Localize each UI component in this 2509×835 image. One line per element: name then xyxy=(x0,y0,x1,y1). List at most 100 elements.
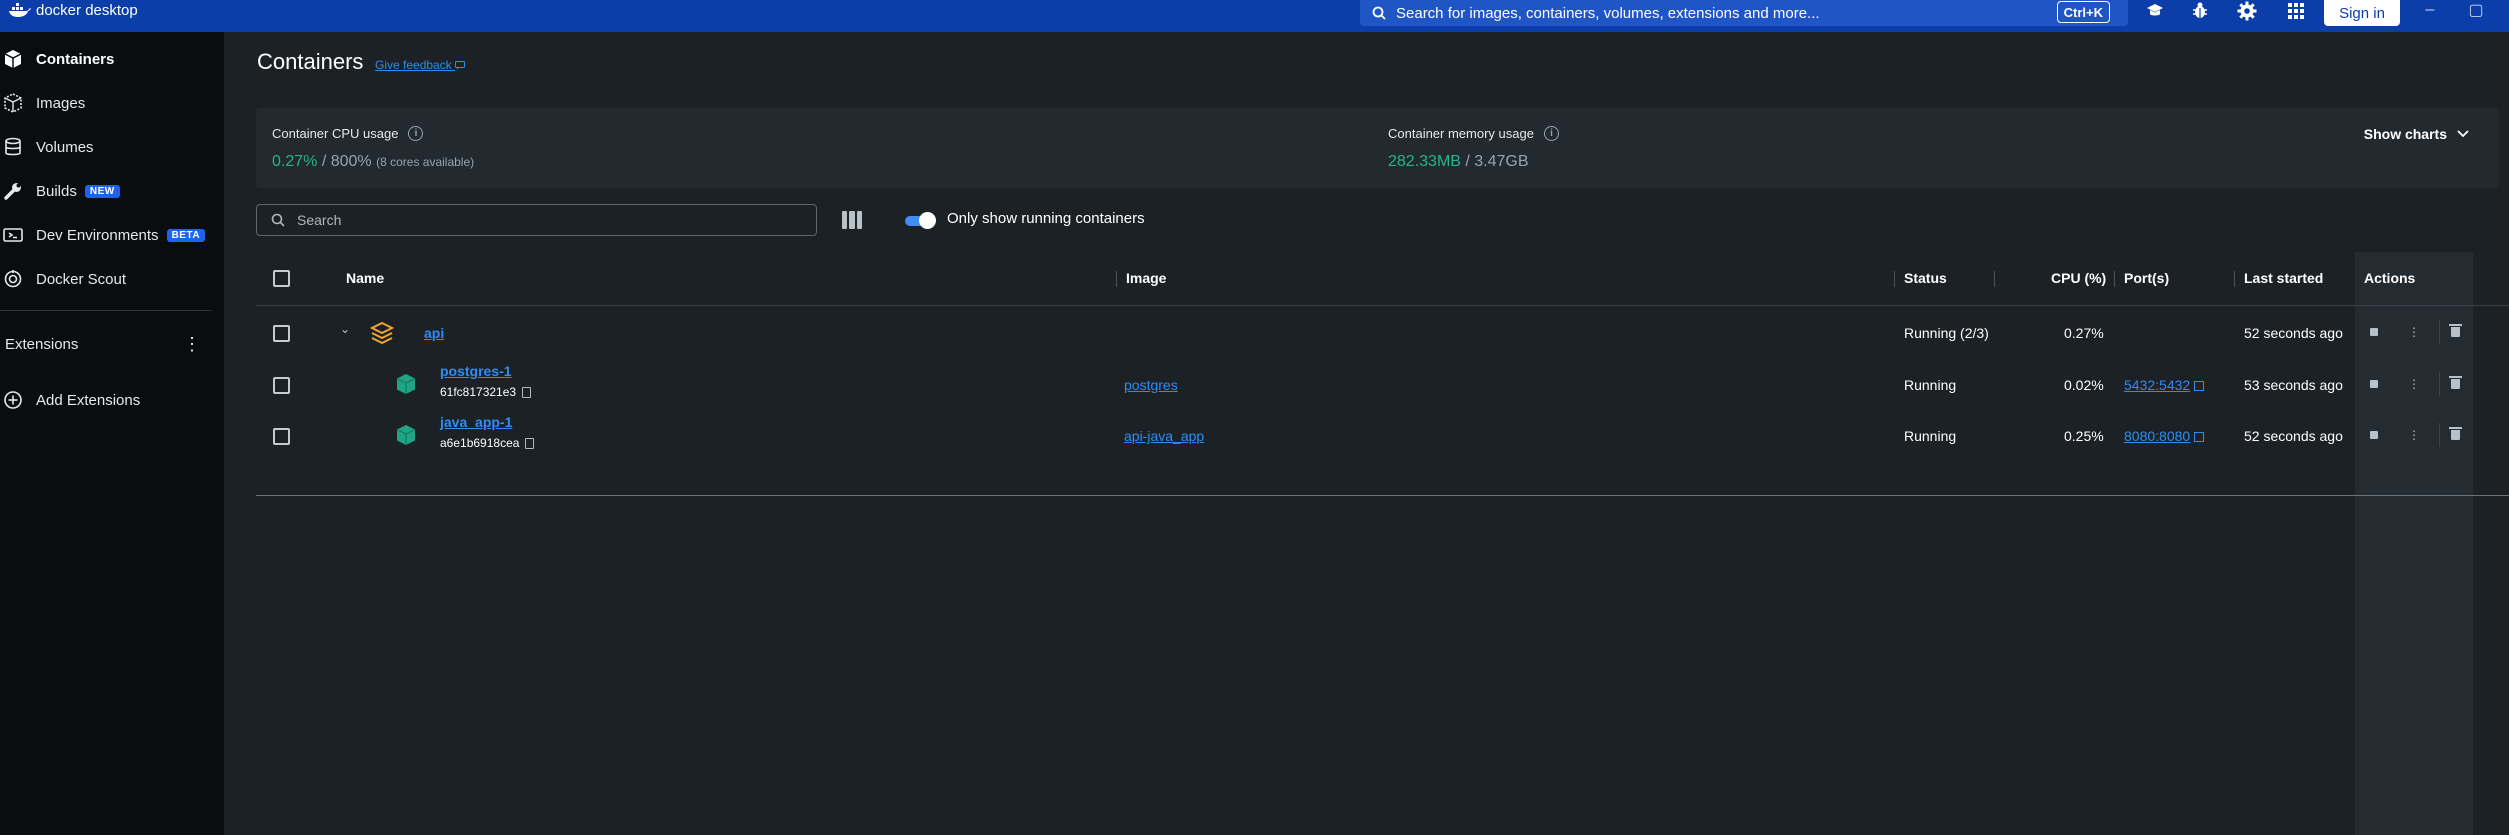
status-text: Running xyxy=(1904,428,1957,444)
cpu-cores-note: (8 cores available) xyxy=(376,155,475,169)
column-cpu[interactable]: CPU (%) xyxy=(2051,270,2106,286)
sidebar-item-label: Builds xyxy=(36,182,77,200)
cpu-value: 0.25% xyxy=(2064,428,2104,444)
column-name[interactable]: Name xyxy=(346,270,384,286)
container-id-row: a6e1b6918cea xyxy=(440,436,535,450)
sidebar-item-label: Volumes xyxy=(36,138,94,156)
apps-grid-icon[interactable] xyxy=(2283,0,2309,22)
column-last-started[interactable]: Last started xyxy=(2244,270,2323,286)
restore-button[interactable]: ▢ xyxy=(2464,0,2488,20)
column-actions: Actions xyxy=(2364,270,2416,286)
chevron-down-icon[interactable]: ⌄ xyxy=(340,322,350,336)
memory-usage-label: Container memory usage xyxy=(1388,126,1534,141)
scout-icon xyxy=(2,268,24,290)
sign-in-button[interactable]: Sign in xyxy=(2324,0,2400,26)
port-link[interactable]: 8080:8080 xyxy=(2124,428,2190,444)
sidebar-item-label-wrap: Builds NEW xyxy=(36,183,120,200)
sidebar-item-docker-scout[interactable]: Docker Scout xyxy=(0,261,224,297)
select-all-checkbox[interactable] xyxy=(273,270,290,287)
app-name: docker desktop xyxy=(36,1,138,19)
search-shortcut: Ctrl+K xyxy=(2056,1,2110,23)
sidebar-item-volumes[interactable]: Volumes xyxy=(0,129,224,165)
sidebar-item-dev-environments[interactable]: Dev Environments BETA xyxy=(0,217,224,253)
wrench-icon xyxy=(2,180,24,202)
add-extensions-button[interactable]: Add Extensions xyxy=(0,382,224,418)
dev-env-icon xyxy=(2,224,24,246)
delete-button[interactable] xyxy=(2448,324,2462,338)
sidebar-item-label: Dev Environments xyxy=(36,226,159,244)
trash-icon xyxy=(2448,427,2462,440)
more-options-icon[interactable]: ⋮ xyxy=(2408,325,2420,339)
sidebar-item-label: Containers xyxy=(36,50,115,68)
extensions-title: Extensions xyxy=(5,336,79,353)
resource-usage-panel: Container CPU usage i 0.27% / 800% (8 co… xyxy=(256,108,2499,188)
container-cube-icon xyxy=(394,423,418,452)
column-image[interactable]: Image xyxy=(1126,270,1166,286)
top-bar: docker desktop Search for images, contai… xyxy=(0,0,2509,32)
toggle-knob xyxy=(919,212,936,229)
column-status[interactable]: Status xyxy=(1904,270,1947,286)
learning-center-icon[interactable] xyxy=(2142,0,2168,22)
column-ports[interactable]: Port(s) xyxy=(2124,270,2169,286)
table-bottom-border xyxy=(256,495,2509,496)
port-link-wrap[interactable]: 8080:8080 xyxy=(2124,428,2205,444)
cpu-usage-value: 0.27% / 800% (8 cores available) xyxy=(272,153,474,171)
last-started: 52 seconds ago xyxy=(2244,428,2343,444)
sidebar-item-label: Images xyxy=(36,94,86,112)
minimize-button[interactable]: – xyxy=(2418,0,2442,20)
image-link[interactable]: api-java_app xyxy=(1124,428,1204,444)
extensions-menu-icon[interactable]: ⋮ xyxy=(183,332,201,356)
more-options-icon[interactable]: ⋮ xyxy=(2408,377,2420,391)
table-header: Name Image Status CPU (%) Port(s) Last s… xyxy=(256,252,2509,306)
docker-logo: docker desktop xyxy=(8,0,138,20)
container-icon xyxy=(2,48,24,70)
container-name-link[interactable]: postgres-1 xyxy=(440,363,512,379)
container-search-input[interactable]: Search xyxy=(256,204,817,236)
volumes-icon xyxy=(2,136,24,158)
show-charts-label: Show charts xyxy=(2363,126,2447,142)
sidebar-item-images[interactable]: Images xyxy=(0,85,224,121)
running-only-toggle[interactable] xyxy=(905,212,936,229)
stop-button[interactable] xyxy=(2368,378,2380,390)
delete-button[interactable] xyxy=(2448,376,2462,390)
add-circle-icon xyxy=(2,389,24,411)
external-link-icon xyxy=(2194,432,2205,442)
port-link[interactable]: 5432:5432 xyxy=(2124,377,2190,393)
external-link-icon xyxy=(2194,381,2205,391)
copy-icon[interactable] xyxy=(525,437,535,449)
more-options-icon[interactable]: ⋮ xyxy=(2408,428,2420,442)
copy-icon[interactable] xyxy=(522,386,532,398)
columns-icon[interactable] xyxy=(842,211,862,229)
port-link-wrap[interactable]: 5432:5432 xyxy=(2124,377,2205,393)
sidebar-item-builds[interactable]: Builds NEW xyxy=(0,173,224,209)
delete-button[interactable] xyxy=(2448,427,2462,441)
memory-usage-label-row: Container memory usage i xyxy=(1388,126,1559,141)
stop-icon xyxy=(2370,431,2378,439)
row-checkbox[interactable] xyxy=(273,428,290,445)
row-checkbox[interactable] xyxy=(273,325,290,342)
memory-usage-total: / 3.47GB xyxy=(1465,153,1529,170)
trash-icon xyxy=(2448,376,2462,389)
stop-button[interactable] xyxy=(2368,429,2380,441)
image-link[interactable]: postgres xyxy=(1124,377,1178,393)
table-row[interactable]: java_app-1 a6e1b6918cea api-java_app Run… xyxy=(256,411,2509,463)
table-row[interactable]: postgres-1 61fc817321e3 postgres Running… xyxy=(256,360,2509,412)
main-content: Containers Give feedback Container CPU u… xyxy=(224,32,2509,835)
row-checkbox[interactable] xyxy=(273,377,290,394)
troubleshoot-bug-icon[interactable] xyxy=(2187,0,2213,22)
memory-usage-value: 282.33MB / 3.47GB xyxy=(1388,153,1529,171)
stop-icon xyxy=(2370,328,2378,336)
give-feedback-link[interactable]: Give feedback xyxy=(375,58,466,72)
show-charts-button[interactable]: Show charts xyxy=(2364,126,2469,142)
info-icon[interactable]: i xyxy=(408,126,424,141)
container-name-link[interactable]: java_app-1 xyxy=(440,414,512,430)
info-icon[interactable]: i xyxy=(1543,126,1559,141)
global-search[interactable]: Search for images, containers, volumes, … xyxy=(1360,0,2128,26)
settings-gear-icon[interactable] xyxy=(2234,0,2260,22)
sidebar-item-containers[interactable]: Containers xyxy=(0,41,224,77)
compose-stack-icon xyxy=(369,321,395,350)
container-name-link[interactable]: api xyxy=(424,325,444,341)
table-row[interactable]: ⌄ api Running (2/3) 0.27% 52 seconds ago… xyxy=(256,308,2509,360)
trash-icon xyxy=(2448,324,2462,337)
stop-button[interactable] xyxy=(2368,326,2380,338)
